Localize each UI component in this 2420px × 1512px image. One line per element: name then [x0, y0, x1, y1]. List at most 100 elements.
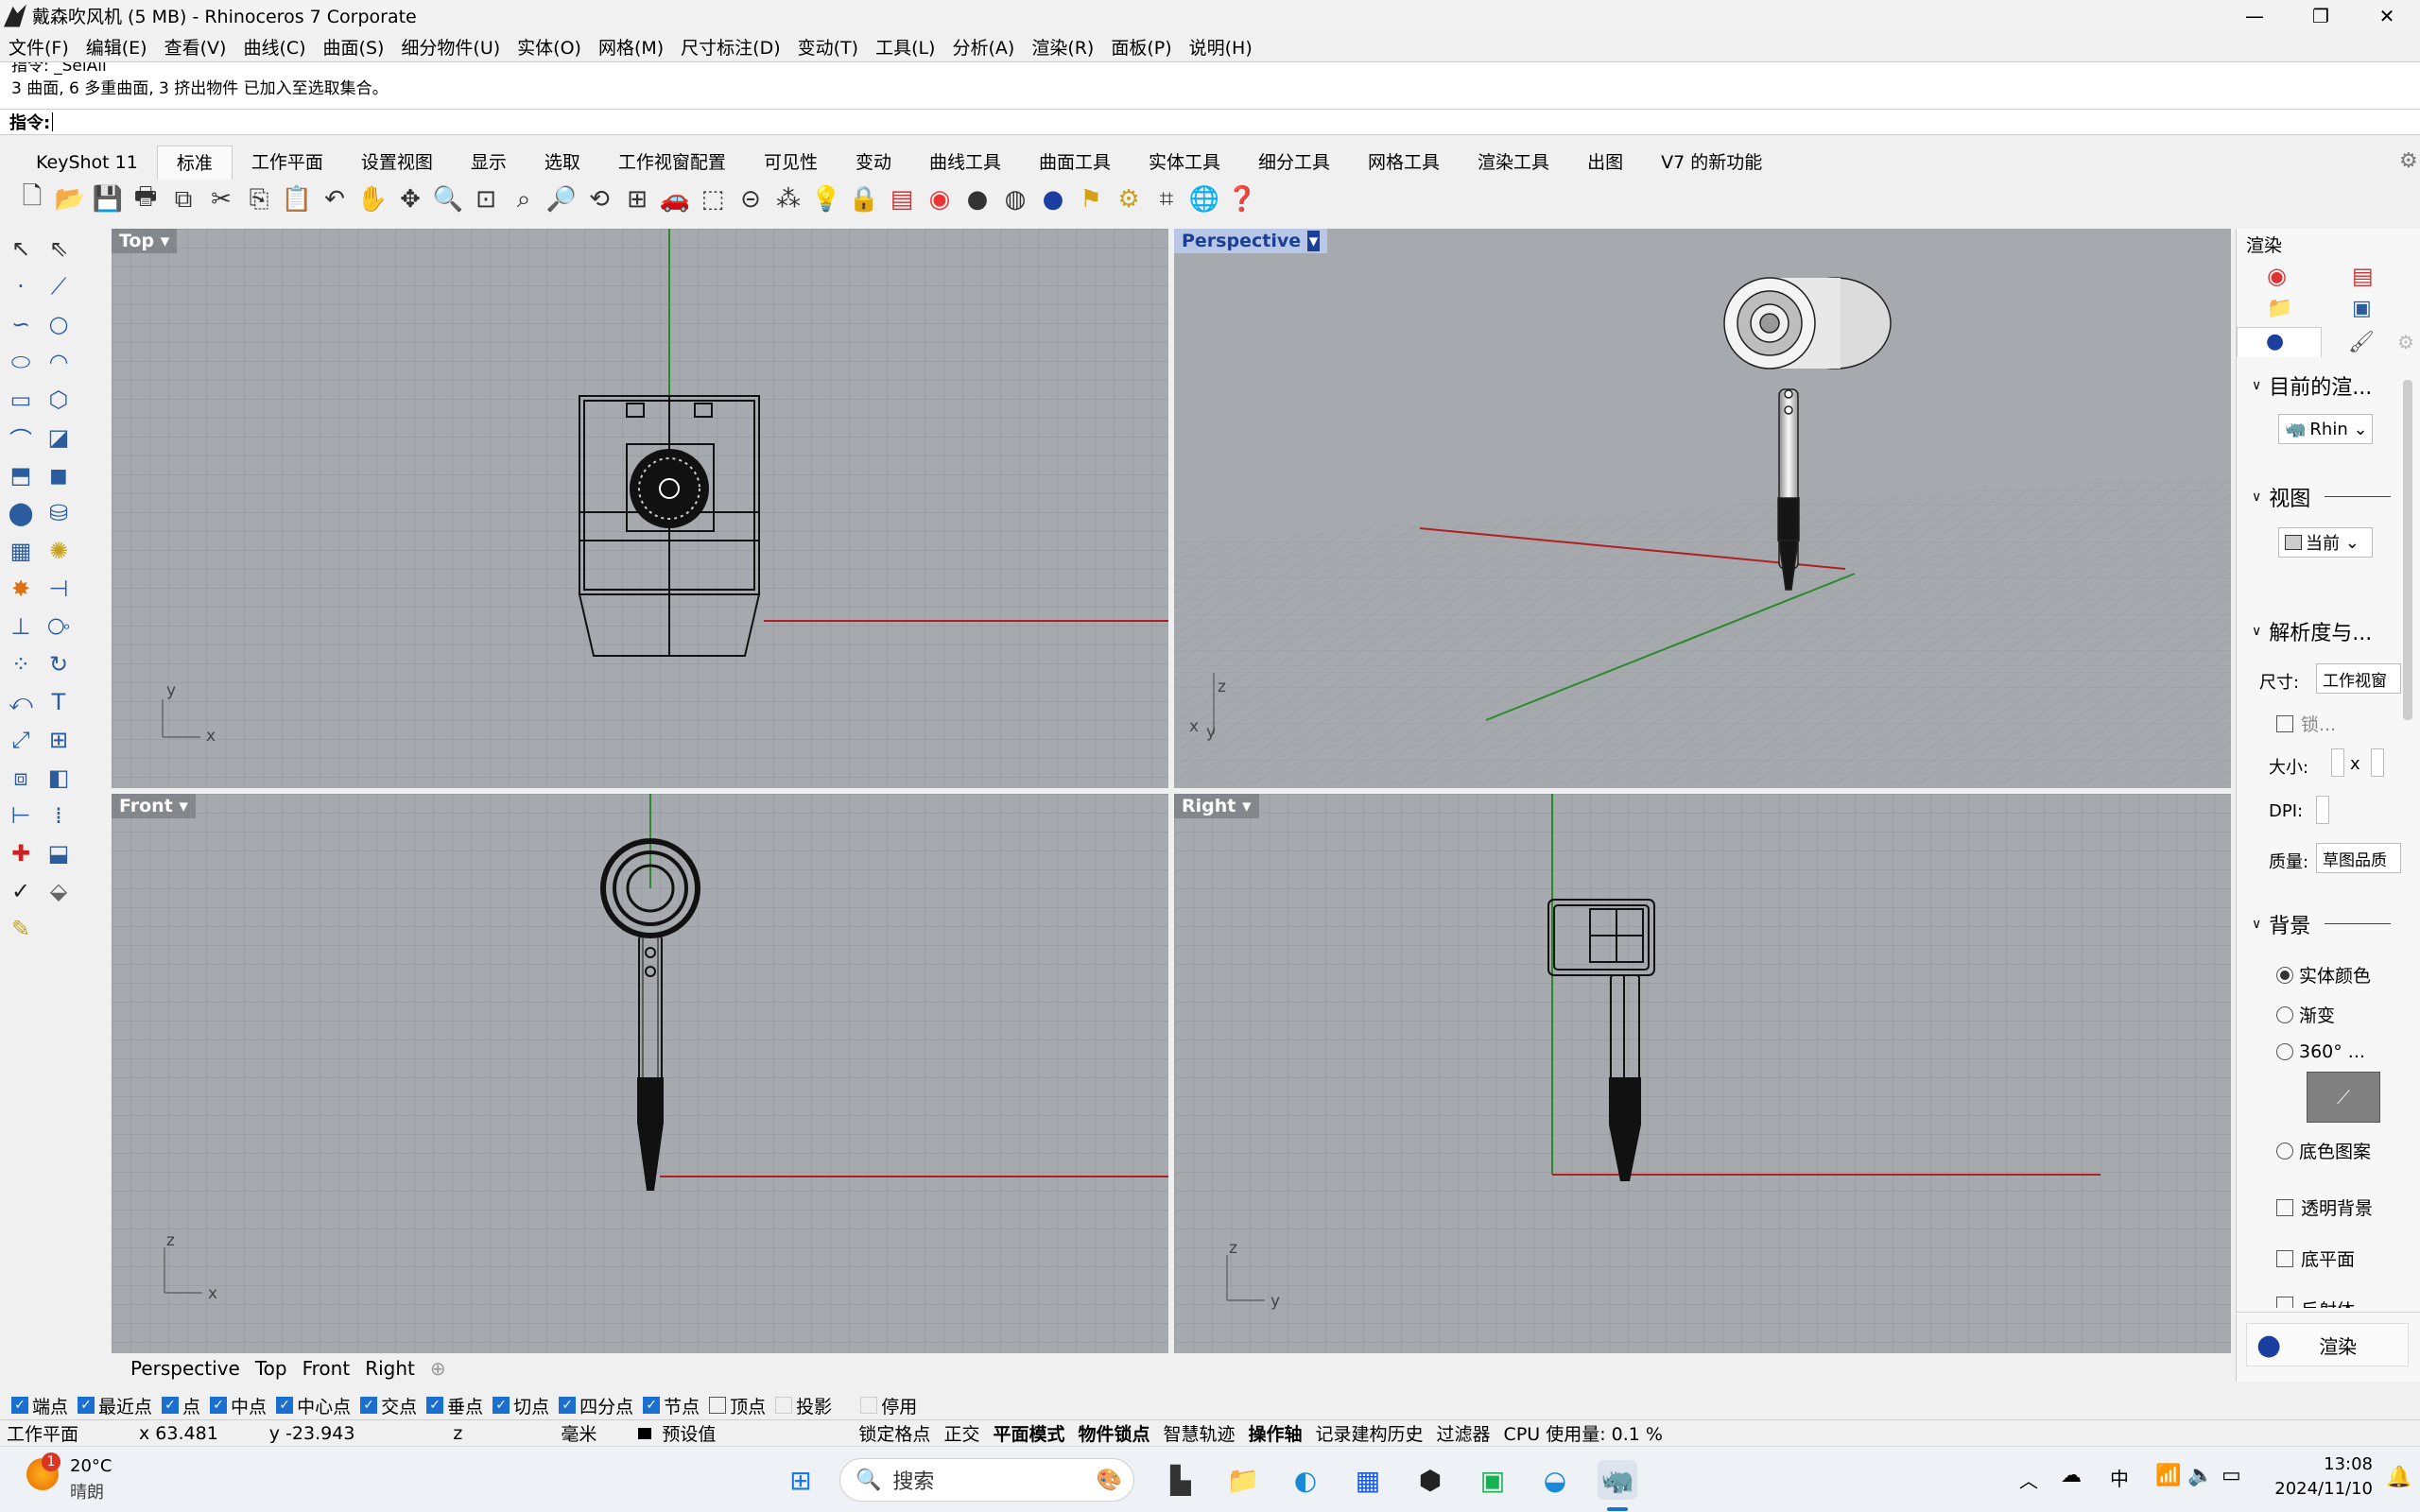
osnap-vertex[interactable]: 顶点	[709, 1393, 766, 1418]
layer-stack-icon[interactable]: ▤	[2352, 263, 2374, 289]
status-ortho[interactable]: 正交	[937, 1420, 986, 1446]
rotate-icon[interactable]: ↻	[42, 647, 76, 681]
fillet-curve-icon[interactable]: ⌒	[4, 421, 38, 455]
shade-icon[interactable]: ⬙	[42, 874, 76, 908]
osnap-quad[interactable]: ✓ 四分点	[559, 1393, 633, 1418]
windows-start-icon[interactable]: ⊞	[781, 1460, 821, 1500]
select-points-arrow-icon[interactable]: ⇖	[42, 232, 76, 266]
cplane-origin-icon[interactable]: ⊝	[732, 180, 769, 218]
cut-icon[interactable]: ✂	[202, 180, 240, 218]
section-view[interactable]: ∨ 视图	[2252, 482, 2310, 512]
status-gumball[interactable]: 操作轴	[1242, 1420, 1309, 1446]
select-arrow-icon[interactable]: ↖	[4, 232, 38, 266]
project-icon[interactable]: ⬓	[42, 836, 76, 870]
point-icon[interactable]: ·	[4, 269, 38, 303]
render-settings-tab[interactable]: ●	[2237, 327, 2322, 357]
lock-icon[interactable]: 🔒	[845, 180, 883, 218]
offset-icon[interactable]: ⤺	[4, 685, 38, 719]
status-history[interactable]: 记录建构历史	[1309, 1420, 1430, 1446]
grid-array-icon[interactable]: ⁞	[42, 799, 76, 833]
tab-curve-tools[interactable]: 曲线工具	[910, 146, 1020, 180]
app-bird-icon[interactable]: ◒	[1535, 1460, 1575, 1500]
osnap-project[interactable]: 投影	[775, 1393, 832, 1418]
edge-browser-icon[interactable]: ◐	[1286, 1460, 1325, 1500]
split-icon[interactable]: ⊥	[4, 610, 38, 644]
bg-image-radio[interactable]: 底色图案	[2276, 1138, 2371, 1163]
import-icon[interactable]: ⧉	[164, 180, 202, 218]
ellipse-icon[interactable]: ⬭	[4, 345, 38, 379]
size-select[interactable]: 工作视窗	[2316, 663, 2401, 694]
osnap-mid[interactable]: ✓ 中点	[210, 1393, 267, 1418]
speaker-icon[interactable]: 🔈	[2187, 1464, 2213, 1487]
menu-render[interactable]: 渲染(R)	[1023, 34, 1102, 60]
app-green-icon[interactable]: ▣	[1473, 1460, 1512, 1500]
surface-icon[interactable]: ◪	[42, 421, 76, 455]
osnap-disable[interactable]: 停用	[860, 1393, 917, 1418]
circle-icon[interactable]: ○	[42, 307, 76, 341]
menu-subd[interactable]: 细分物件(U)	[392, 34, 509, 60]
height-spinner[interactable]	[2371, 748, 2384, 777]
tab-mesh-tools[interactable]: 网格工具	[1349, 146, 1459, 180]
tab-drafting[interactable]: 出图	[1568, 146, 1642, 180]
status-smarttrack[interactable]: 智慧轨迹	[1156, 1420, 1241, 1446]
task-view-icon[interactable]: ▙	[1161, 1460, 1201, 1500]
text-icon[interactable]: T	[42, 685, 76, 719]
rhino-taskbar-icon[interactable]: 🦏	[1598, 1460, 1637, 1500]
viewport-front[interactable]: z x Front ▾	[112, 794, 1168, 1353]
color-wheel-icon[interactable]: ◉	[2267, 263, 2287, 289]
tab-viewport-layout[interactable]: 工作视窗配置	[599, 146, 745, 180]
solid-box-icon[interactable]: ◧	[42, 761, 76, 795]
polygon-icon[interactable]: ⬡	[42, 383, 76, 417]
car-icon[interactable]: 🚗	[656, 180, 694, 218]
section-current-renderer[interactable]: ∨ 目前的渲...	[2252, 370, 2372, 401]
menu-edit[interactable]: 编辑(E)	[78, 34, 156, 60]
layer-icon[interactable]: ▤	[883, 180, 921, 218]
chevron-up-icon[interactable]: ︿	[2019, 1466, 2038, 1493]
battery-icon[interactable]: ▭	[2221, 1464, 2241, 1487]
color-wheel-icon[interactable]: ◉	[921, 180, 959, 218]
file-explorer-icon[interactable]: 📁	[1223, 1460, 1263, 1500]
panel-scrollbar[interactable]	[2403, 380, 2412, 720]
dimension-icon[interactable]: ⚑	[1072, 180, 1110, 218]
open-file-icon[interactable]: 📂	[51, 180, 89, 218]
tab-cplanes[interactable]: 工作平面	[233, 146, 342, 180]
bg-solid-radio[interactable]: 实体颜色	[2276, 962, 2371, 988]
quality-select[interactable]: 草图品质	[2316, 843, 2401, 873]
light-bulb-icon[interactable]: 💡	[807, 180, 845, 218]
osnap-knot[interactable]: ✓ 节点	[643, 1393, 700, 1418]
render-sphere-icon[interactable]: ●	[1034, 180, 1072, 218]
osnap-intersection[interactable]: ✓ 交点	[360, 1393, 417, 1418]
menu-view[interactable]: 查看(V)	[156, 34, 235, 60]
maximize-button[interactable]: ❐	[2288, 0, 2354, 31]
clock-date[interactable]: 2024/11/10	[2259, 1479, 2373, 1499]
tab-solid-tools[interactable]: 实体工具	[1130, 146, 1239, 180]
viewport-perspective[interactable]: z x y Perspective ▾	[1174, 229, 2231, 788]
globe-icon[interactable]: 🌐	[1185, 180, 1223, 218]
rendered-sphere-icon[interactable]: ◍	[996, 180, 1034, 218]
vptab-perspective[interactable]: Perspective	[123, 1357, 248, 1380]
close-button[interactable]: ✕	[2354, 0, 2420, 31]
join-icon[interactable]: ⧂	[42, 610, 76, 644]
tab-render-tools[interactable]: 渲染工具	[1459, 146, 1568, 180]
folder-icon[interactable]: 📁	[2267, 297, 2292, 320]
pencil-icon[interactable]: ✎	[4, 912, 38, 946]
section-resolution[interactable]: ∨ 解析度与...	[2252, 616, 2372, 646]
tab-new-in-v7[interactable]: V7 的新功能	[1642, 146, 1781, 180]
zoom-selected-icon[interactable]: 🔎	[543, 180, 580, 218]
dimension-tool-icon[interactable]: ⊢	[4, 799, 38, 833]
menu-dimension[interactable]: 尺寸标注(D)	[672, 34, 788, 60]
scale-icon[interactable]: ⤢	[4, 723, 38, 757]
viewport-title-right[interactable]: Right ▾	[1174, 794, 1259, 818]
menu-tools[interactable]: 工具(L)	[867, 34, 943, 60]
ms-store-icon[interactable]: ▦	[1348, 1460, 1388, 1500]
status-grid-snap[interactable]: 锁定格点	[852, 1420, 937, 1446]
renderer-select[interactable]: 🦏 Rhin ⌄	[2278, 414, 2373, 444]
four-viewports-icon[interactable]: ⊞	[618, 180, 656, 218]
width-spinner[interactable]	[2331, 748, 2344, 777]
tab-display[interactable]: 显示	[452, 146, 526, 180]
print-icon[interactable]: 🖶	[127, 180, 164, 218]
menu-transform[interactable]: 变动(T)	[789, 34, 867, 60]
weather-temp[interactable]: 20°C	[70, 1456, 112, 1476]
gumball-icon[interactable]: ✚	[4, 836, 38, 870]
tab-keyshot[interactable]: KeyShot 11	[17, 146, 157, 180]
